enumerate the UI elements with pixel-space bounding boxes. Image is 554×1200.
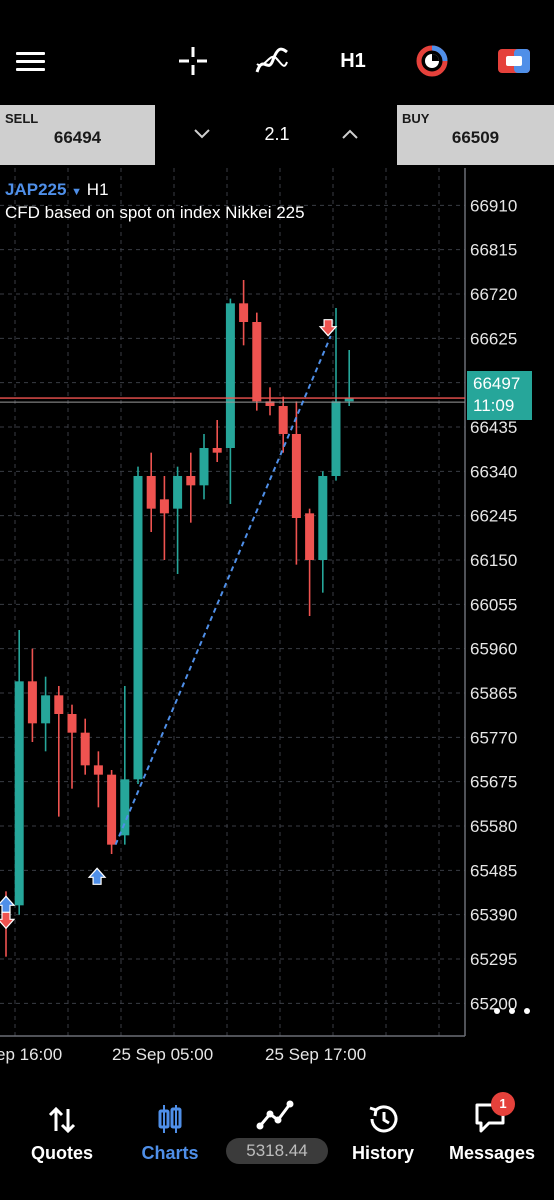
y-tick-label: 65485 xyxy=(470,861,517,880)
candle-bear xyxy=(252,322,262,402)
chart-symbol: JAP225 xyxy=(5,180,67,199)
y-tick-label: 66055 xyxy=(470,595,517,614)
candle-bear xyxy=(159,499,169,514)
volume-increase-button[interactable] xyxy=(335,121,365,147)
candle-bull xyxy=(173,476,183,509)
symbol-dropdown-icon: ▼ xyxy=(71,186,83,198)
candle-bear xyxy=(54,695,64,714)
candle-bear xyxy=(80,732,90,766)
nav-charts-label: Charts xyxy=(141,1143,199,1163)
messages-badge: 1 xyxy=(491,1092,515,1116)
candle-bear xyxy=(212,448,222,453)
nav-charts[interactable]: Charts xyxy=(128,1085,212,1175)
y-tick-label: 65580 xyxy=(470,817,517,836)
clock-icon[interactable] xyxy=(412,38,452,84)
y-tick-label: 65770 xyxy=(470,728,517,747)
y-tick-label: 65675 xyxy=(470,773,517,792)
sell-arrow-icon xyxy=(318,319,338,337)
y-tick-label: 65295 xyxy=(470,950,517,969)
nav-history-label: History xyxy=(351,1143,414,1163)
crosshair-icon[interactable] xyxy=(174,38,212,84)
chart-description: CFD based on spot on index Nikkei 225 xyxy=(5,203,305,222)
y-tick-label: 66340 xyxy=(470,462,517,481)
y-tick-label: 66625 xyxy=(470,329,517,348)
candle-bear xyxy=(107,774,117,845)
account-balance[interactable]: 5318.44 xyxy=(226,1138,328,1164)
candle-bear xyxy=(305,513,315,560)
y-tick-label: 66245 xyxy=(470,507,517,526)
candle-bull xyxy=(41,695,51,724)
bar-countdown: 11:09 xyxy=(473,396,515,415)
candle-bear xyxy=(278,406,288,434)
buy-label: BUY xyxy=(402,111,430,126)
nav-history[interactable]: History xyxy=(340,1085,426,1175)
y-tick-label: 66910 xyxy=(470,196,517,215)
current-price-tag: 66497 11:09 xyxy=(467,371,532,420)
more-options-icon[interactable] xyxy=(494,1001,530,1021)
y-tick-label: 66150 xyxy=(470,551,517,570)
price-chart[interactable]: 6691066815667206662566530664356634066245… xyxy=(0,165,554,1075)
sell-price: 66494 xyxy=(53,128,102,147)
quotes-arrows-icon xyxy=(48,1106,76,1134)
y-tick-label: 66720 xyxy=(470,285,517,304)
y-tick-label: 65960 xyxy=(470,640,517,659)
top-toolbar: H1 xyxy=(0,0,554,105)
y-tick-label: 66815 xyxy=(470,241,517,260)
candle-bear xyxy=(146,476,156,509)
nav-messages-label: Messages xyxy=(448,1143,536,1163)
trade-equity-icon[interactable] xyxy=(256,1098,296,1132)
volume-control: 2.1 xyxy=(157,105,395,165)
candle-bull xyxy=(331,401,341,476)
x-tick-label: 25 Sep 17:00 xyxy=(265,1045,366,1064)
chart-symbol-title[interactable]: JAP225 ▼ H1 xyxy=(5,180,109,200)
candle-bear xyxy=(27,681,37,724)
candle-bear xyxy=(186,476,196,486)
history-clock-icon xyxy=(369,1105,398,1133)
candle-bull xyxy=(199,448,209,486)
chevron-up-icon xyxy=(342,129,358,139)
indicator-icon[interactable] xyxy=(252,38,292,84)
nav-quotes-label: Quotes xyxy=(30,1143,93,1163)
y-tick-label: 65390 xyxy=(470,906,517,925)
candle-bull xyxy=(225,303,235,448)
current-price-value: 66497 xyxy=(473,374,521,393)
trade-connection-line xyxy=(114,335,332,846)
candle-bear xyxy=(67,714,77,733)
x-tick-label: 25 Sep 05:00 xyxy=(112,1045,213,1064)
one-click-trade-icon[interactable] xyxy=(494,38,534,84)
candle-bull xyxy=(318,476,328,560)
sell-button[interactable]: SELL 66494 xyxy=(0,105,155,165)
y-tick-label: 66435 xyxy=(470,418,517,437)
candle-bear xyxy=(93,765,103,775)
volume-decrease-button[interactable] xyxy=(187,121,217,147)
y-tick-label: 65865 xyxy=(470,684,517,703)
candle-bull xyxy=(133,476,143,780)
timeframe-button[interactable]: H1 xyxy=(330,38,376,84)
sell-label: SELL xyxy=(5,111,39,126)
buy-arrow-icon xyxy=(0,895,16,913)
chart-timeframe: H1 xyxy=(86,180,109,199)
candle-bull xyxy=(14,681,24,906)
nav-quotes[interactable]: Quotes xyxy=(20,1085,104,1175)
charts-candles-icon xyxy=(158,1105,182,1133)
chevron-down-icon xyxy=(194,129,210,139)
candle-bear xyxy=(239,303,249,322)
menu-icon[interactable] xyxy=(12,38,48,84)
one-click-trade-panel: SELL 66494 2.1 BUY 66509 xyxy=(0,105,554,165)
candle-bull xyxy=(120,779,130,836)
buy-button[interactable]: BUY 66509 xyxy=(397,105,554,165)
volume-value[interactable]: 2.1 xyxy=(252,124,302,145)
buy-price: 66509 xyxy=(451,128,500,147)
candle-bear xyxy=(291,434,301,518)
x-tick-label: ep 16:00 xyxy=(0,1045,62,1064)
